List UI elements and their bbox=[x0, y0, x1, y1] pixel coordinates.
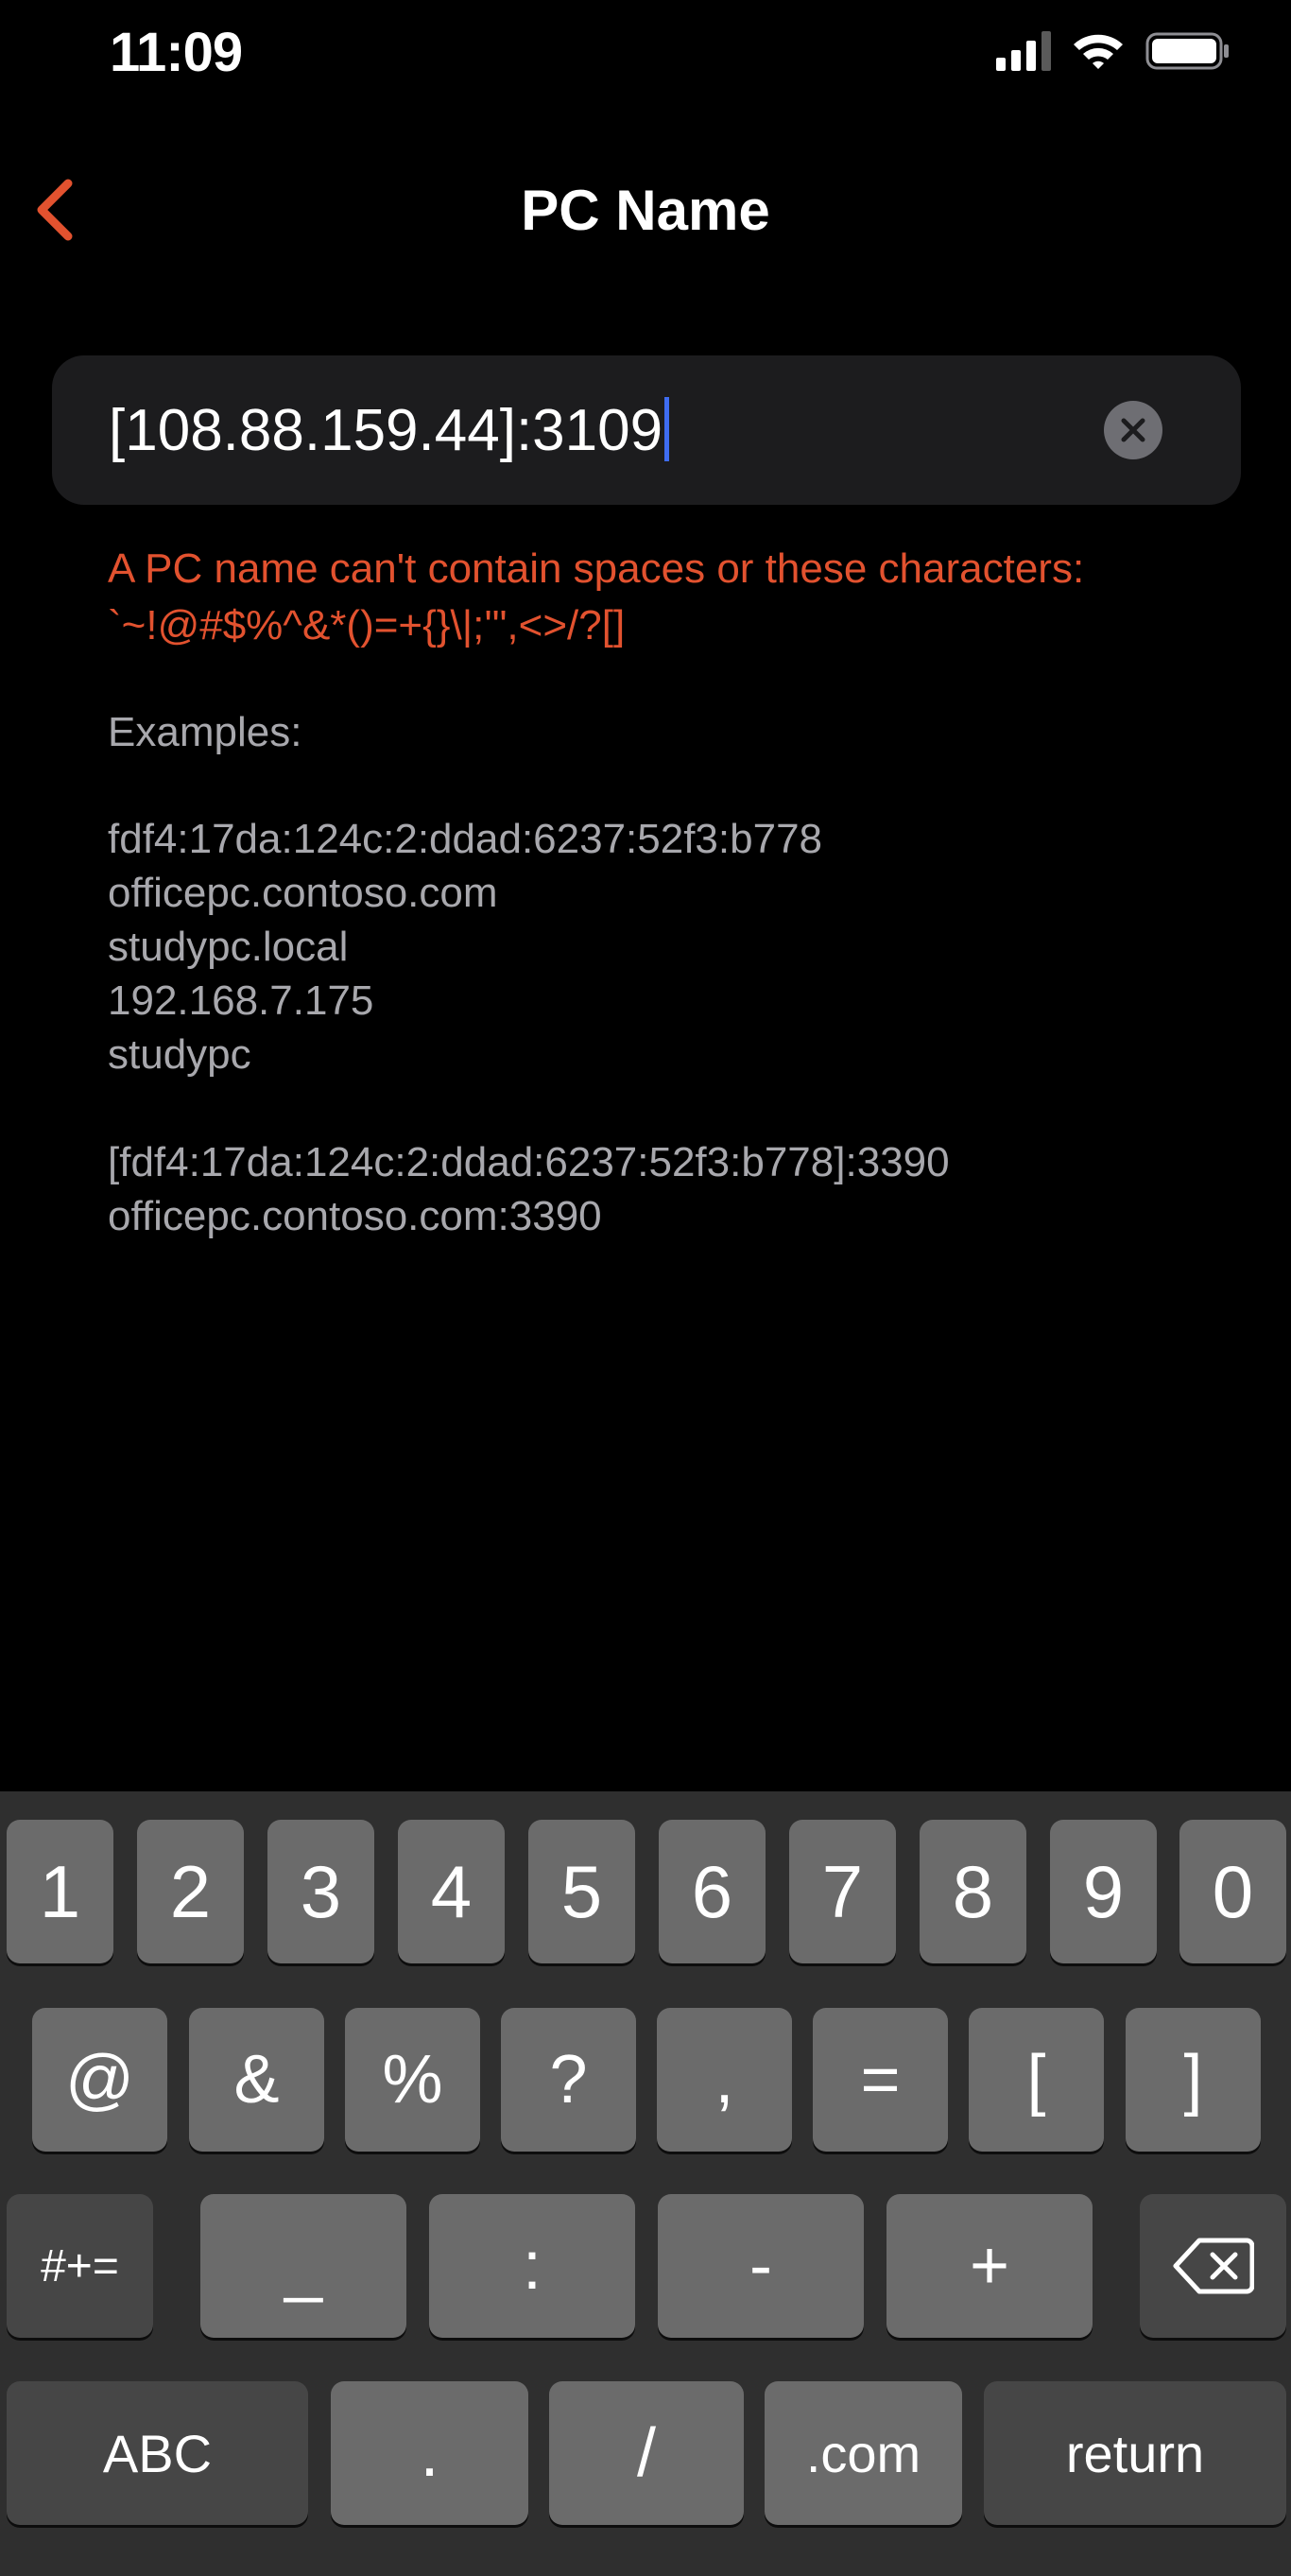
key-percent[interactable]: % bbox=[345, 2008, 480, 2152]
examples-label-block: Examples: bbox=[108, 705, 1261, 759]
text-caret bbox=[664, 397, 670, 461]
battery-icon bbox=[1145, 32, 1229, 70]
error-line-1: A PC name can't contain spaces or these … bbox=[108, 545, 1085, 592]
key-1[interactable]: 1 bbox=[7, 1820, 113, 1963]
error-message: A PC name can't contain spaces or these … bbox=[108, 541, 1261, 654]
clear-button[interactable] bbox=[1104, 401, 1162, 459]
key-4[interactable]: 4 bbox=[398, 1820, 505, 1963]
key-7[interactable]: 7 bbox=[789, 1820, 896, 1963]
key-8[interactable]: 8 bbox=[920, 1820, 1026, 1963]
key-0[interactable]: 0 bbox=[1179, 1820, 1286, 1963]
examples-label: Examples: bbox=[108, 709, 302, 755]
key-right-bracket[interactable]: ] bbox=[1126, 2008, 1261, 2152]
key-abc[interactable]: ABC bbox=[7, 2381, 308, 2525]
key-equals[interactable]: = bbox=[813, 2008, 948, 2152]
port-example-item: officepc.contoso.com:3390 bbox=[108, 1193, 602, 1239]
key-more-symbols[interactable]: #+= bbox=[7, 2194, 153, 2338]
key-hyphen[interactable]: - bbox=[658, 2194, 864, 2338]
port-example-item: [fdf4:17da:124c:2:ddad:6237:52f3:b778]:3… bbox=[108, 1139, 950, 1185]
key-5[interactable]: 5 bbox=[528, 1820, 635, 1963]
key-question[interactable]: ? bbox=[501, 2008, 636, 2152]
example-item: studypc bbox=[108, 1031, 251, 1078]
page-title: PC Name bbox=[521, 179, 770, 242]
wifi-icon bbox=[1074, 34, 1123, 69]
example-item: 192.168.7.175 bbox=[108, 977, 374, 1024]
key-9[interactable]: 9 bbox=[1050, 1820, 1157, 1963]
key-return[interactable]: return bbox=[984, 2381, 1286, 2525]
key-2[interactable]: 2 bbox=[137, 1820, 244, 1963]
key-6[interactable]: 6 bbox=[659, 1820, 766, 1963]
key-comma[interactable]: , bbox=[657, 2008, 792, 2152]
key-period[interactable]: . bbox=[331, 2381, 528, 2525]
key-colon[interactable]: : bbox=[429, 2194, 635, 2338]
pc-name-input[interactable]: [108.88.159.44]:3109 bbox=[109, 397, 670, 464]
key-dotcom[interactable]: .com bbox=[765, 2381, 962, 2525]
example-item: studypc.local bbox=[108, 924, 349, 970]
example-item: officepc.contoso.com bbox=[108, 870, 498, 916]
key-underscore[interactable]: _ bbox=[200, 2194, 406, 2338]
nav-bar: PC Name bbox=[0, 151, 1291, 265]
pc-name-field[interactable]: [108.88.159.44]:3109 bbox=[52, 355, 1241, 505]
clear-icon bbox=[1121, 418, 1145, 442]
pc-name-value: [108.88.159.44]:3109 bbox=[109, 398, 663, 463]
error-line-2: `~!@#$%^&*()=+{}\|;'",<>/?[] bbox=[108, 602, 626, 648]
delete-button[interactable] bbox=[1140, 2194, 1286, 2338]
key-left-bracket[interactable]: [ bbox=[969, 2008, 1104, 2152]
examples-list: fdf4:17da:124c:2:ddad:6237:52f3:b778 off… bbox=[108, 812, 1261, 1081]
keyboard: 1 2 3 4 5 6 7 8 9 0 @ & % ? , = [ ] #+= … bbox=[0, 1791, 1291, 2576]
key-ampersand[interactable]: & bbox=[189, 2008, 324, 2152]
port-examples-list: [fdf4:17da:124c:2:ddad:6237:52f3:b778]:3… bbox=[108, 1135, 1261, 1243]
key-at[interactable]: @ bbox=[32, 2008, 167, 2152]
key-plus[interactable]: + bbox=[886, 2194, 1093, 2338]
status-bar: 11:09 bbox=[0, 0, 1291, 113]
key-slash[interactable]: / bbox=[549, 2381, 744, 2525]
backspace-icon bbox=[1173, 2238, 1254, 2294]
signal-icon bbox=[996, 31, 1051, 71]
key-3[interactable]: 3 bbox=[267, 1820, 374, 1963]
status-icons bbox=[996, 30, 1231, 72]
example-item: fdf4:17da:124c:2:ddad:6237:52f3:b778 bbox=[108, 816, 823, 862]
status-time: 11:09 bbox=[110, 22, 243, 83]
